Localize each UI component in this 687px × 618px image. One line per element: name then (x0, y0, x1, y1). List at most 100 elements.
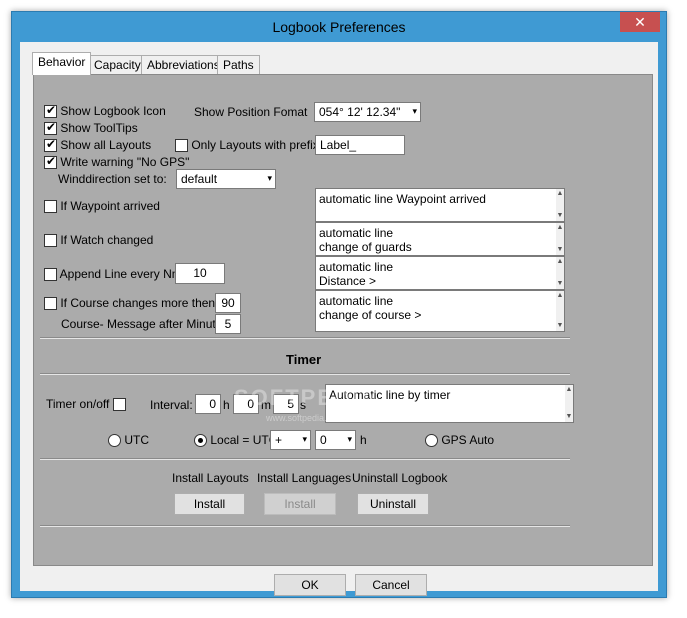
show-logbook-icon-option[interactable]: Show Logbook Icon (44, 103, 166, 119)
append-line-option[interactable]: Append Line every Nm (44, 267, 182, 282)
watch-memo[interactable]: automatic line change of guards ▲ ▼ (315, 222, 565, 256)
gps-auto-radio[interactable] (425, 434, 438, 448)
install-layouts-label: Install Layouts (172, 471, 249, 485)
waypoint-option[interactable]: If Waypoint arrived (44, 199, 160, 214)
position-format-value: 054° 12' 12.34" (319, 105, 401, 119)
position-format-select[interactable]: 054° 12' 12.34" ▾ (314, 102, 421, 122)
title-bar[interactable]: Logbook Preferences ✕ (12, 12, 666, 42)
interval-seconds-input[interactable]: 5 (273, 394, 299, 414)
show-logbook-icon-checkbox[interactable] (44, 103, 57, 119)
timer-heading: Timer (286, 352, 322, 367)
watch-memo-line: change of guards (319, 240, 412, 254)
utc-offset-value-select[interactable]: 0 ▾ (315, 430, 356, 450)
interval-hours-input[interactable]: 0 (195, 394, 221, 414)
course-memo-line: automatic line (319, 294, 394, 308)
scroll-down-icon[interactable]: ▼ (556, 280, 564, 288)
write-warning-option[interactable]: Write warning "No GPS" (44, 154, 190, 170)
memo-scrollbar[interactable]: ▲ ▼ (556, 189, 564, 221)
waypoint-checkbox[interactable] (44, 200, 57, 214)
course-degrees-input[interactable]: 90 (215, 293, 241, 313)
utc-offset-sign-select[interactable]: + ▾ (270, 430, 311, 450)
course-minutes-input[interactable]: 5 (215, 314, 241, 334)
write-warning-label: Write warning "No GPS" (60, 155, 190, 169)
install-languages-button[interactable]: Install (264, 493, 336, 515)
memo-scrollbar[interactable]: ▲ ▼ (556, 257, 564, 289)
scroll-down-icon[interactable]: ▼ (556, 322, 564, 330)
scroll-up-icon[interactable]: ▲ (556, 258, 564, 266)
scroll-down-icon[interactable]: ▼ (556, 212, 564, 220)
winddirection-select[interactable]: default ▾ (176, 169, 276, 189)
watch-option[interactable]: If Watch changed (44, 233, 153, 248)
show-logbook-icon-label: Show Logbook Icon (60, 104, 166, 118)
scroll-down-icon[interactable]: ▼ (556, 246, 564, 254)
divider (40, 337, 570, 339)
waypoint-memo[interactable]: automatic line Waypoint arrived ▲ ▼ (315, 188, 565, 222)
tab-behavior[interactable]: Behavior (32, 52, 92, 75)
watch-memo-line: automatic line (319, 226, 394, 240)
course-message-label: Course- Message after Minutes (61, 317, 229, 331)
cancel-button[interactable]: Cancel (355, 574, 427, 596)
uninstall-logbook-button[interactable]: Uninstall (357, 493, 429, 515)
gps-auto-label: GPS Auto (441, 433, 495, 447)
scroll-up-icon[interactable]: ▲ (556, 224, 564, 232)
append-memo-line: Distance > (319, 274, 377, 288)
only-layouts-prefix-label: Only Layouts with prefix: (191, 138, 323, 152)
hours-unit: h (223, 398, 230, 412)
show-tooltips-label: Show ToolTips (60, 121, 138, 135)
local-radio[interactable] (194, 434, 207, 448)
logbook-preferences-window: Logbook Preferences ✕ Behavior Capacity … (11, 11, 667, 598)
gps-auto-radio-option[interactable]: GPS Auto (425, 433, 495, 448)
install-layouts-button[interactable]: Install (174, 493, 245, 515)
show-all-layouts-label: Show all Layouts (60, 138, 152, 152)
utc-radio[interactable] (108, 434, 121, 448)
scroll-up-icon[interactable]: ▲ (556, 292, 564, 300)
append-memo[interactable]: automatic line Distance > ▲ ▼ (315, 256, 565, 290)
only-layouts-prefix-checkbox[interactable] (175, 139, 188, 153)
behavior-panel: Show Logbook Icon Show Position Fomat 05… (33, 74, 653, 566)
scroll-up-icon[interactable]: ▲ (565, 386, 573, 394)
dialog-client: Behavior Capacity Abbreviations Paths Sh… (20, 42, 658, 596)
chevron-down-icon: ▾ (347, 434, 352, 444)
timer-onoff-label: Timer on/off (46, 397, 110, 411)
only-layouts-prefix-option[interactable]: Only Layouts with prefix: (175, 138, 323, 153)
layout-prefix-input[interactable]: Label_ (315, 135, 405, 155)
interval-minutes-input[interactable]: 0 (233, 394, 259, 414)
show-tooltips-checkbox[interactable] (44, 120, 57, 136)
course-change-option[interactable]: If Course changes more then (44, 296, 216, 311)
timer-onoff-checkbox[interactable] (112, 398, 126, 412)
interval-label: Interval: (150, 398, 193, 412)
position-format-label: Show Position Fomat (194, 105, 308, 119)
append-line-checkbox[interactable] (44, 268, 57, 282)
scroll-up-icon[interactable]: ▲ (556, 190, 564, 198)
scroll-down-icon[interactable]: ▼ (565, 413, 573, 421)
show-all-layouts-checkbox[interactable] (44, 137, 57, 153)
append-nm-input[interactable]: 10 (175, 263, 225, 284)
append-memo-line: automatic line (319, 260, 394, 274)
local-radio-option[interactable]: Local = UTC (194, 433, 277, 448)
memo-scrollbar[interactable]: ▲ ▼ (556, 223, 564, 255)
append-line-label: Append Line every Nm (59, 267, 182, 281)
close-button[interactable]: ✕ (620, 12, 660, 32)
course-memo[interactable]: automatic line change of course > ▲ ▼ (315, 290, 565, 332)
utc-radio-option[interactable]: UTC (108, 433, 149, 448)
tab-paths[interactable]: Paths (217, 55, 260, 75)
ok-button[interactable]: OK (274, 574, 346, 596)
memo-scrollbar[interactable]: ▲ ▼ (556, 291, 564, 331)
write-warning-checkbox[interactable] (44, 154, 57, 170)
tab-abbreviations[interactable]: Abbreviations (141, 55, 226, 75)
timer-onoff-option[interactable]: Timer on/off (46, 397, 126, 412)
utc-offset-sign-value: + (275, 433, 283, 447)
course-change-label: If Course changes more then (60, 296, 216, 310)
course-change-checkbox[interactable] (44, 297, 57, 311)
install-languages-label: Install Languages (257, 471, 352, 485)
chevron-down-icon: ▾ (267, 173, 272, 183)
show-tooltips-option[interactable]: Show ToolTips (44, 120, 138, 136)
show-all-layouts-option[interactable]: Show all Layouts (44, 137, 152, 153)
tab-capacity[interactable]: Capacity (88, 55, 147, 75)
divider (40, 525, 570, 527)
timer-memo[interactable]: Automatic line by timer ▲ ▼ (325, 384, 574, 423)
memo-scrollbar[interactable]: ▲ ▼ (565, 385, 573, 422)
chevron-down-icon: ▾ (412, 106, 417, 116)
waypoint-memo-line: automatic line Waypoint arrived (319, 192, 486, 206)
watch-checkbox[interactable] (44, 234, 57, 248)
